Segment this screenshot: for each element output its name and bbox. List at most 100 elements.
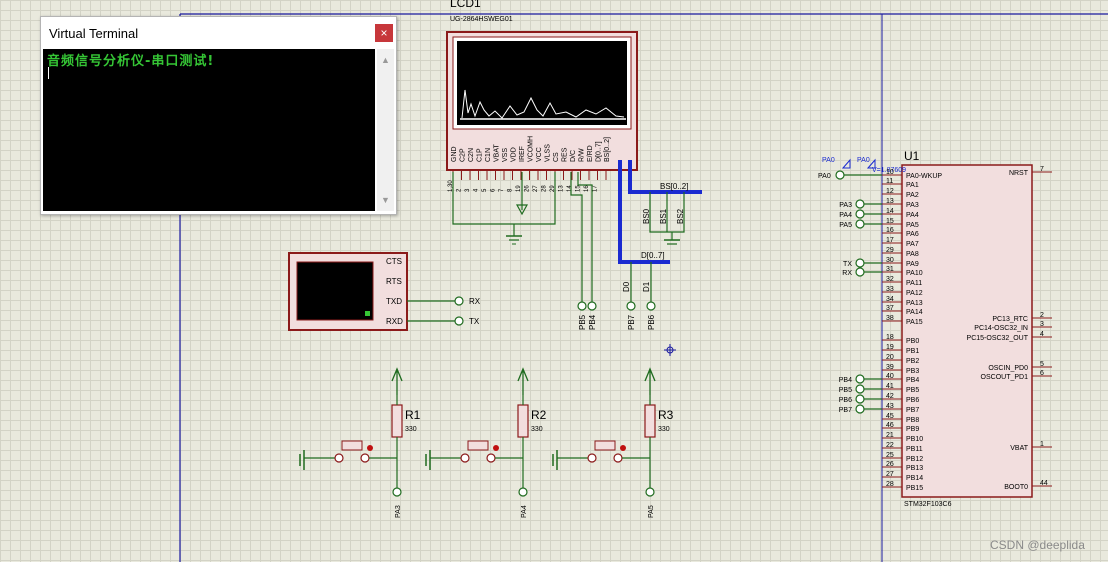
bs0-label: BS0 bbox=[642, 208, 651, 224]
lcd-pin-label: D[0..7] bbox=[596, 141, 603, 162]
mcu-pin-number: 40 bbox=[886, 373, 894, 380]
mcu-pin-label: PB3 bbox=[906, 368, 919, 375]
bs2-label: BS2 bbox=[676, 208, 685, 224]
probe-label-2: PA0 bbox=[857, 157, 870, 164]
mcu-pin-label: PB6 bbox=[906, 397, 919, 404]
mcu-pin-label: PA4 bbox=[906, 212, 919, 219]
lcd-pin-number: 28 bbox=[542, 185, 548, 192]
mcu-terminal-label: PB4 bbox=[839, 377, 852, 384]
mcu-pin-label: PB11 bbox=[906, 446, 923, 453]
rts-pin: RTS bbox=[386, 277, 402, 286]
mcu-pin-number: 39 bbox=[886, 364, 894, 371]
scroll-up-icon[interactable]: ▲ bbox=[381, 55, 390, 65]
mcu-pin-number: 37 bbox=[886, 305, 894, 312]
lcd-pin-number: 15 bbox=[576, 185, 582, 192]
pa0-terminal: PA0 bbox=[818, 173, 831, 180]
button-circuits[interactable]: R1 330 PA3 R2 330 PA4 R3 330 PA5 bbox=[299, 367, 674, 518]
lcd-component[interactable]: LCD1 UG-2864HSWEG01 GND1,30C2P2C2N3C1P4C… bbox=[446, 0, 638, 330]
mcu-pin-label: PC15-OSC32_OUT bbox=[967, 335, 1029, 342]
lcd-pin-number: 27 bbox=[533, 185, 539, 192]
virtual-terminal-window[interactable]: Virtual Terminal × 音频信号分析仪-串口测试! ▲ ▼ bbox=[40, 16, 397, 215]
mcu-pin-number: 27 bbox=[886, 471, 894, 478]
rx-terminal: RX bbox=[469, 297, 481, 306]
mcu-pin-number: 4 bbox=[1040, 331, 1044, 338]
mcu-pin-label: VBAT bbox=[1010, 445, 1028, 452]
mcu-terminal-label: RX bbox=[842, 270, 852, 277]
mcu-pin-number: 43 bbox=[886, 403, 894, 410]
lcd-pin-number: 16 bbox=[584, 185, 590, 192]
mcu-pin-label: PB15 bbox=[906, 485, 923, 492]
lcd-pin-label: RES bbox=[562, 147, 569, 162]
vt-output[interactable]: 音频信号分析仪-串口测试! bbox=[43, 49, 375, 211]
pb7-terminal: PB7 bbox=[627, 314, 636, 330]
mcu-pin-number: 19 bbox=[886, 344, 894, 351]
mcu-pin-number: 12 bbox=[886, 188, 894, 195]
mcu-pin-label: PC14-OSC32_IN bbox=[974, 325, 1028, 332]
mcu-pin-number: 11 bbox=[886, 178, 893, 185]
mcu-pin-number: 31 bbox=[886, 266, 894, 273]
lcd-pin-number: 5 bbox=[482, 188, 488, 192]
mcu-terminal-label: PA4 bbox=[839, 212, 852, 219]
resistor-ref: R1 bbox=[405, 408, 421, 422]
mcu-pin-number: 13 bbox=[886, 198, 894, 205]
mcu-pin-number: 22 bbox=[886, 442, 894, 449]
mcu-component[interactable]: U1 STM32F103C6 PA0 PA0 V=1.87609 PA0 10P… bbox=[818, 149, 1052, 508]
mcu-pin-number: 1 bbox=[1040, 441, 1044, 448]
close-button[interactable]: × bbox=[375, 24, 393, 42]
mcu-pin-number: 41 bbox=[886, 383, 894, 390]
pb6-terminal: PB6 bbox=[647, 314, 656, 330]
lcd-pin-number: 26 bbox=[525, 185, 531, 192]
mcu-pin-number: 17 bbox=[886, 237, 894, 244]
bs-bus-label: BS[0..2] bbox=[660, 182, 688, 191]
mcu-pin-label: PA3 bbox=[906, 202, 919, 209]
mcu-pin-number: 46 bbox=[886, 422, 894, 429]
probe-label: PA0 bbox=[822, 157, 835, 164]
mcu-pin-label: PA5 bbox=[906, 222, 919, 229]
mcu-pin-number: 34 bbox=[886, 296, 894, 303]
tx-terminal: TX bbox=[469, 317, 480, 326]
uart-terminal[interactable]: CTS RTS TXD RXD RX TX bbox=[288, 252, 481, 331]
mcu-pin-label: OSCIN_PD0 bbox=[988, 365, 1028, 372]
mcu-pin-number: 28 bbox=[886, 481, 894, 488]
mcu-pin-label: PA7 bbox=[906, 241, 919, 248]
mcu-pin-number: 15 bbox=[886, 218, 894, 225]
resistor-value: 330 bbox=[405, 426, 417, 433]
mcu-pin-label: PB13 bbox=[906, 465, 923, 472]
mcu-pin-number: 16 bbox=[886, 227, 894, 234]
mcu-terminal-label: PA5 bbox=[839, 222, 852, 229]
bus-lines: BS[0..2] D[0..7] BS0 BS1 BS2 D0 D1 PB7 P… bbox=[618, 160, 702, 356]
mcu-pin-label: PA15 bbox=[906, 319, 923, 326]
lcd-pin-label: CS bbox=[553, 152, 560, 162]
lcd-pin-number: 17 bbox=[593, 185, 599, 192]
vt-scrollbar[interactable]: ▲ ▼ bbox=[377, 49, 394, 211]
mcu-pin-label: PB0 bbox=[906, 338, 919, 345]
mcu-pin-label: PA0-WKUP bbox=[906, 173, 942, 180]
mcu-pin-number: 20 bbox=[886, 354, 894, 361]
csdn-watermark: CSDN @deeplida bbox=[990, 538, 1085, 552]
mcu-pin-number: 45 bbox=[886, 413, 894, 420]
lcd-screen bbox=[457, 41, 627, 125]
mcu-pin-label: PA10 bbox=[906, 270, 923, 277]
mcu-pin-label: PB8 bbox=[906, 417, 919, 424]
mcu-pin-label: PA8 bbox=[906, 251, 919, 258]
mcu-pin-label: PA1 bbox=[906, 182, 919, 189]
mcu-pin-number: 26 bbox=[886, 461, 894, 468]
lcd-pin-number: 8 bbox=[508, 188, 514, 192]
lcd-pin-label: D/C bbox=[570, 150, 577, 162]
mcu-pin-number: 3 bbox=[1040, 321, 1044, 328]
mcu-pin-number: 21 bbox=[886, 432, 894, 439]
vt-text: 音频信号分析仪-串口测试! bbox=[47, 54, 215, 69]
lcd-pin-number: 2 bbox=[457, 188, 463, 192]
bs1-label: BS1 bbox=[659, 208, 668, 224]
mcu-pin-number: 14 bbox=[886, 208, 894, 215]
mcu-pin-number: 29 bbox=[886, 247, 894, 254]
mcu-pin-number: 10 bbox=[886, 169, 894, 176]
resistor-value: 330 bbox=[658, 426, 670, 433]
mcu-pin-number: 42 bbox=[886, 393, 894, 400]
lcd-part: UG-2864HSWEG01 bbox=[450, 16, 513, 23]
scroll-down-icon[interactable]: ▼ bbox=[381, 195, 390, 205]
resistor-port: PA5 bbox=[648, 505, 655, 518]
mcu-pin-number: 30 bbox=[886, 257, 894, 264]
lcd-pb5-terminal: PB5 bbox=[578, 314, 587, 330]
mcu-pin-label: PA6 bbox=[906, 231, 919, 238]
